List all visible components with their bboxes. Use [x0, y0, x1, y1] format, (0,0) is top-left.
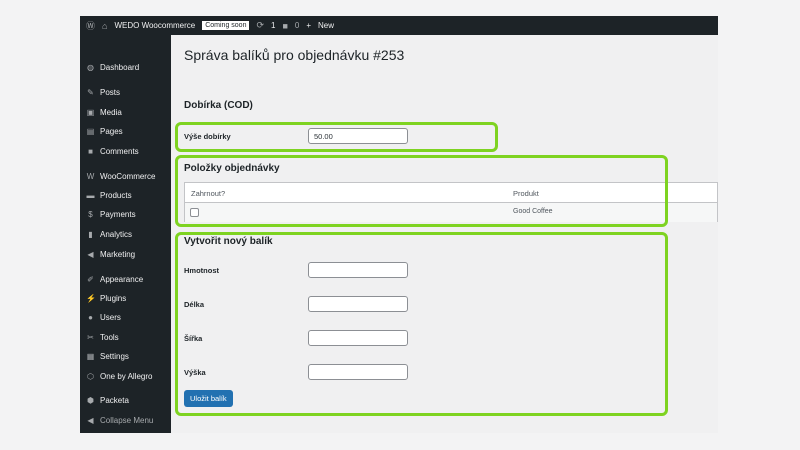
packeta-icon: ⬢	[87, 395, 94, 405]
settings-icon: ▦	[86, 351, 95, 361]
woo-icon: W	[86, 171, 95, 181]
new-link[interactable]: New	[318, 21, 334, 30]
wrench-icon: ✂	[87, 332, 94, 342]
allegro-icon: ⬡	[87, 371, 94, 381]
sidebar-item-label: Comments	[100, 146, 139, 156]
sidebar-item-label: One by Allegro	[100, 371, 153, 381]
brush-icon: ✐	[87, 274, 94, 284]
page-title: Správa balíků pro objednávku #253	[184, 47, 405, 63]
coming-soon-badge[interactable]: Coming soon	[202, 21, 250, 30]
home-icon: ⌂	[102, 20, 108, 31]
plug-icon: ⚡	[86, 293, 96, 303]
sidebar-item-appearance[interactable]: ✐ Appearance	[86, 273, 143, 285]
user-icon: ●	[88, 312, 93, 322]
megaphone-icon: ◀	[87, 249, 94, 259]
sidebar-item-users[interactable]: ● Users	[86, 311, 121, 323]
wordpress-logo-icon[interactable]: Ⓦ	[86, 19, 95, 32]
sidebar-item-comments[interactable]: ■ Comments	[86, 145, 139, 157]
sidebar-item-label: Dashboard	[100, 62, 140, 72]
sidebar-item-tools[interactable]: ✂ Tools	[86, 331, 119, 343]
sidebar-item-label: WooCommerce	[100, 171, 156, 181]
sidebar-item-products[interactable]: ▬ Products	[86, 189, 132, 201]
dashboard-icon: ◍	[87, 62, 94, 72]
sidebar-item-collapse-menu[interactable]: ◀ Collapse Menu	[86, 414, 153, 426]
media-icon: ▣	[86, 107, 95, 117]
sidebar-item-label: Marketing	[100, 249, 136, 259]
pin-icon: ✎	[87, 87, 94, 97]
sidebar-item-media[interactable]: ▣ Media	[86, 106, 122, 118]
sidebar-item-label: Posts	[100, 87, 121, 97]
admin-bar: Ⓦ ⌂ WEDO Woocommerce Coming soon ⟳ 1 ■ 0 +…	[80, 16, 718, 35]
pages-icon: ▤	[86, 126, 95, 136]
sidebar-item-label: Plugins	[100, 293, 127, 303]
products-icon: ▬	[86, 190, 95, 200]
sidebar-item-plugins[interactable]: ⚡ Plugins	[86, 292, 126, 304]
sidebar-item-label: Settings	[100, 351, 129, 361]
sidebar-item-label: Media	[100, 107, 122, 117]
payments-icon: $	[88, 209, 93, 219]
sidebar-item-label: Analytics	[100, 229, 133, 239]
comments-count[interactable]: 0	[295, 21, 299, 30]
analytics-icon: ▮	[88, 229, 93, 239]
sidebar-item-label: Appearance	[100, 274, 144, 284]
sidebar-item-analytics[interactable]: ▮ Analytics	[86, 228, 132, 240]
sidebar-item-label: Payments	[100, 209, 136, 219]
cod-heading: Dobírka (COD)	[184, 100, 253, 111]
wp-admin-window: Ⓦ ⌂ WEDO Woocommerce Coming soon ⟳ 1 ■ 0 +…	[80, 16, 718, 433]
sidebar-item-settings[interactable]: ▦ Settings	[86, 350, 129, 362]
sidebar: ◍ Dashboard ✎ Posts ▣ Media ▤ Pages ■ Comments W Wo…	[80, 35, 171, 433]
comments-icon[interactable]: ■	[282, 21, 287, 31]
comment-icon: ■	[88, 146, 93, 156]
sidebar-item-woocommerce[interactable]: W WooCommerce	[86, 170, 156, 182]
sidebar-item-one-by-allegro[interactable]: ⬡ One by Allegro	[86, 370, 152, 382]
sidebar-item-label: Products	[100, 190, 132, 200]
updates-count[interactable]: 1	[271, 21, 275, 30]
sidebar-item-label: Pages	[100, 126, 123, 136]
highlight-items	[175, 155, 668, 227]
plus-icon[interactable]: +	[306, 21, 311, 30]
sidebar-item-label: Tools	[100, 332, 119, 342]
sidebar-item-dashboard[interactable]: ◍ Dashboard	[86, 61, 139, 73]
sidebar-item-packeta[interactable]: ⬢ Packeta	[86, 394, 129, 406]
highlight-cod	[175, 122, 498, 152]
sidebar-item-label: Packeta	[100, 395, 129, 405]
highlight-new-package	[175, 232, 668, 416]
updates-icon[interactable]: ⟳	[256, 20, 264, 31]
site-name-link[interactable]: WEDO Woocommerce	[114, 21, 195, 30]
sidebar-item-payments[interactable]: $ Payments	[86, 208, 136, 220]
sidebar-item-label: Collapse Menu	[100, 415, 154, 425]
sidebar-item-posts[interactable]: ✎ Posts	[86, 86, 120, 98]
sidebar-item-marketing[interactable]: ◀ Marketing	[86, 248, 135, 260]
sidebar-item-label: Users	[100, 312, 121, 322]
collapse-icon: ◀	[87, 415, 94, 425]
sidebar-item-pages[interactable]: ▤ Pages	[86, 125, 123, 137]
